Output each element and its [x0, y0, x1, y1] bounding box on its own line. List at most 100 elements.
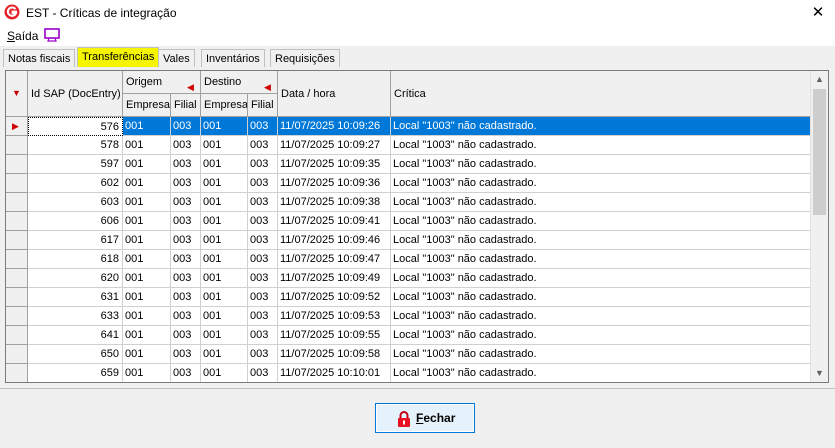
cell-origem-empresa[interactable]: 001	[123, 136, 171, 155]
table-row[interactable]: 617 001 003 001 003 11/07/2025 10:09:46 Local …	[6, 231, 813, 250]
cell-data-hora[interactable]: 11/07/2025 10:09:38	[278, 193, 391, 212]
cell-id-sap[interactable]: 633	[28, 307, 123, 326]
cell-critica[interactable]: Local "1003" não cadastrado.	[391, 212, 813, 231]
cell-origem-empresa[interactable]: 001	[123, 288, 171, 307]
cell-origem-filial[interactable]: 003	[171, 193, 201, 212]
cell-data-hora[interactable]: 11/07/2025 10:09:26	[278, 117, 391, 136]
cell-data-hora[interactable]: 11/07/2025 10:09:27	[278, 136, 391, 155]
table-row[interactable]: 618 001 003 001 003 11/07/2025 10:09:47 Local …	[6, 250, 813, 269]
cell-critica[interactable]: Local "1003" não cadastrado.	[391, 326, 813, 345]
cell-critica[interactable]: Local "1003" não cadastrado.	[391, 269, 813, 288]
cell-destino-empresa[interactable]: 001	[201, 117, 248, 136]
collapse-left-icon[interactable]: ◀	[264, 76, 271, 93]
cell-origem-empresa[interactable]: 001	[123, 269, 171, 288]
cell-destino-filial[interactable]: 003	[248, 155, 278, 174]
cell-data-hora[interactable]: 11/07/2025 10:09:55	[278, 326, 391, 345]
row-indicator[interactable]	[6, 136, 28, 155]
row-indicator[interactable]	[6, 269, 28, 288]
cell-destino-filial[interactable]: 003	[248, 288, 278, 307]
cell-origem-filial[interactable]: 003	[171, 117, 201, 136]
cell-origem-filial[interactable]: 003	[171, 307, 201, 326]
cell-data-hora[interactable]: 11/07/2025 10:09:46	[278, 231, 391, 250]
cell-critica[interactable]: Local "1003" não cadastrado.	[391, 193, 813, 212]
cell-destino-empresa[interactable]: 001	[201, 212, 248, 231]
cell-destino-filial[interactable]: 003	[248, 307, 278, 326]
cell-destino-filial[interactable]: 003	[248, 231, 278, 250]
cell-critica[interactable]: Local "1003" não cadastrado.	[391, 155, 813, 174]
cell-origem-filial[interactable]: 003	[171, 231, 201, 250]
row-indicator[interactable]: ▶	[6, 117, 28, 136]
cell-origem-empresa[interactable]: 001	[123, 117, 171, 136]
header-data-hora[interactable]: Data / hora	[278, 71, 391, 117]
cell-origem-filial[interactable]: 003	[171, 288, 201, 307]
cell-origem-empresa[interactable]: 001	[123, 307, 171, 326]
table-row[interactable]: 597 001 003 001 003 11/07/2025 10:09:35 Local …	[6, 155, 813, 174]
row-indicator[interactable]	[6, 326, 28, 345]
scroll-up-icon[interactable]: ▲	[811, 71, 828, 88]
row-indicator[interactable]	[6, 193, 28, 212]
cell-data-hora[interactable]: 11/07/2025 10:09:35	[278, 155, 391, 174]
cell-data-hora[interactable]: 11/07/2025 10:09:53	[278, 307, 391, 326]
cell-id-sap[interactable]: 617	[28, 231, 123, 250]
cell-id-sap[interactable]: 659	[28, 364, 123, 382]
cell-origem-empresa[interactable]: 001	[123, 231, 171, 250]
cell-destino-empresa[interactable]: 001	[201, 326, 248, 345]
table-row[interactable]: 659 001 003 001 003 11/07/2025 10:10:01 Local …	[6, 364, 813, 382]
cell-origem-filial[interactable]: 003	[171, 364, 201, 382]
row-indicator[interactable]	[6, 212, 28, 231]
cell-id-sap[interactable]: 576	[28, 117, 123, 136]
row-indicator[interactable]	[6, 174, 28, 193]
cell-id-sap[interactable]: 650	[28, 345, 123, 364]
collapse-left-icon[interactable]: ◀	[187, 76, 194, 93]
cell-id-sap[interactable]: 578	[28, 136, 123, 155]
cell-origem-filial[interactable]: 003	[171, 345, 201, 364]
cell-origem-empresa[interactable]: 001	[123, 326, 171, 345]
row-indicator[interactable]	[6, 250, 28, 269]
cell-destino-empresa[interactable]: 001	[201, 174, 248, 193]
cell-data-hora[interactable]: 11/07/2025 10:09:58	[278, 345, 391, 364]
cell-data-hora[interactable]: 11/07/2025 10:09:41	[278, 212, 391, 231]
table-row[interactable]: 633 001 003 001 003 11/07/2025 10:09:53 Local …	[6, 307, 813, 326]
tab-vales[interactable]: Vales	[158, 49, 195, 67]
cell-id-sap[interactable]: 603	[28, 193, 123, 212]
cell-critica[interactable]: Local "1003" não cadastrado.	[391, 136, 813, 155]
cell-origem-empresa[interactable]: 001	[123, 212, 171, 231]
cell-origem-empresa[interactable]: 001	[123, 155, 171, 174]
table-row[interactable]: 650 001 003 001 003 11/07/2025 10:09:58 Local …	[6, 345, 813, 364]
cell-critica[interactable]: Local "1003" não cadastrado.	[391, 288, 813, 307]
table-row[interactable]: 602 001 003 001 003 11/07/2025 10:09:36 Local …	[6, 174, 813, 193]
cell-critica[interactable]: Local "1003" não cadastrado.	[391, 364, 813, 382]
cell-id-sap[interactable]: 620	[28, 269, 123, 288]
cell-id-sap[interactable]: 606	[28, 212, 123, 231]
cell-critica[interactable]: Local "1003" não cadastrado.	[391, 345, 813, 364]
row-indicator[interactable]	[6, 307, 28, 326]
row-indicator[interactable]	[6, 345, 28, 364]
cell-destino-filial[interactable]: 003	[248, 345, 278, 364]
cell-origem-empresa[interactable]: 001	[123, 174, 171, 193]
cell-id-sap[interactable]: 631	[28, 288, 123, 307]
cell-origem-empresa[interactable]: 001	[123, 193, 171, 212]
cell-destino-filial[interactable]: 003	[248, 117, 278, 136]
critics-grid[interactable]: ▼ Id SAP (DocEntry) Origem ◀ Destino ◀ E…	[5, 70, 829, 383]
cell-destino-filial[interactable]: 003	[248, 174, 278, 193]
table-row[interactable]: 620 001 003 001 003 11/07/2025 10:09:49 Local …	[6, 269, 813, 288]
cell-origem-filial[interactable]: 003	[171, 174, 201, 193]
tab-transferencias[interactable]: Transferências	[77, 47, 160, 67]
cell-critica[interactable]: Local "1003" não cadastrado.	[391, 307, 813, 326]
table-row[interactable]: 603 001 003 001 003 11/07/2025 10:09:38 Local …	[6, 193, 813, 212]
tab-notas-fiscais[interactable]: Notas fiscais	[3, 49, 76, 67]
table-row[interactable]: 578 001 003 001 003 11/07/2025 10:09:27 Local …	[6, 136, 813, 155]
cell-data-hora[interactable]: 11/07/2025 10:09:52	[278, 288, 391, 307]
cell-destino-empresa[interactable]: 001	[201, 288, 248, 307]
row-indicator[interactable]	[6, 155, 28, 174]
table-row[interactable]: 641 001 003 001 003 11/07/2025 10:09:55 Local …	[6, 326, 813, 345]
cell-destino-empresa[interactable]: 001	[201, 231, 248, 250]
tab-inventarios[interactable]: Inventários	[201, 49, 265, 67]
cell-origem-filial[interactable]: 003	[171, 155, 201, 174]
cell-destino-filial[interactable]: 003	[248, 364, 278, 382]
header-destino-empresa[interactable]: Empresa	[201, 94, 248, 117]
cell-destino-filial[interactable]: 003	[248, 193, 278, 212]
monitor-icon[interactable]	[44, 28, 60, 42]
cell-origem-filial[interactable]: 003	[171, 326, 201, 345]
vertical-scrollbar[interactable]: ▲ ▼	[810, 71, 828, 382]
